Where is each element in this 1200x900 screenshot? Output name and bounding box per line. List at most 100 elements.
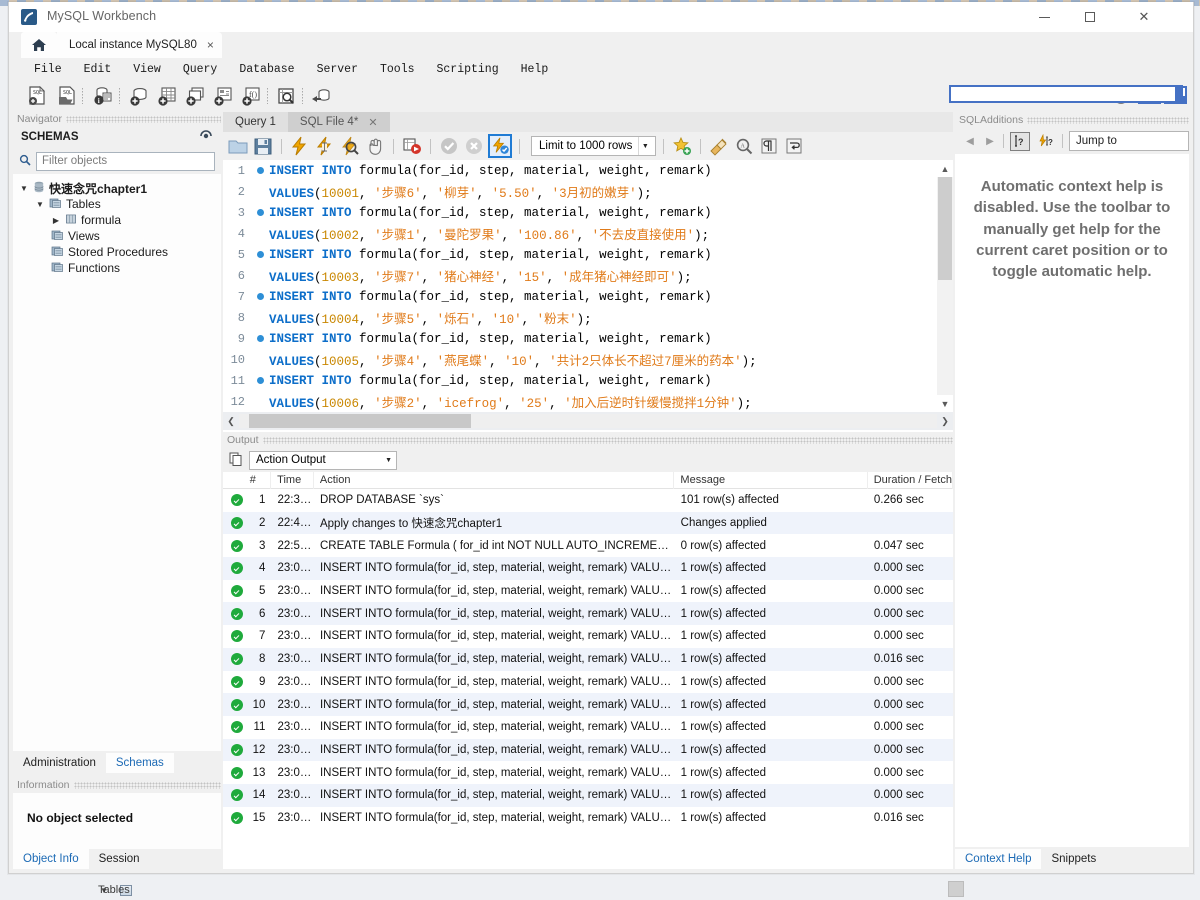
connection-info-icon[interactable]: i <box>91 84 115 108</box>
beautify-icon[interactable] <box>671 135 693 157</box>
table-row[interactable]: 1 22:37:02 DROP DATABASE `sys` 101 row(s) a… <box>223 489 953 512</box>
menu-server[interactable]: Server <box>306 61 369 78</box>
scroll-right-button[interactable]: ❯ <box>937 416 953 427</box>
table-row[interactable]: 6 23:03:29 INSERT INTO formula(for_id, ste… <box>223 602 953 626</box>
code-line[interactable]: 4 VALUES(10002, '步骤1', '曼陀罗果', '100.86',… <box>223 223 937 244</box>
tab-close-icon[interactable]: ✕ <box>368 116 377 129</box>
tab-schemas[interactable]: Schemas <box>105 753 174 773</box>
toggle-statement-execution-icon[interactable] <box>401 135 423 157</box>
table-row[interactable]: 13 23:03:29 INSERT INTO formula(for_id, st… <box>223 761 953 784</box>
menu-query[interactable]: Query <box>172 61 229 78</box>
tree-node-schema[interactable]: ▼ 快速念咒chapter1 <box>13 180 221 196</box>
tab-query-1[interactable]: Query 1 <box>223 112 288 132</box>
tree-node-functions[interactable]: Functions <box>13 260 221 276</box>
table-row[interactable]: 5 23:03:29 INSERT INTO formula(for_id, ste… <box>223 580 953 603</box>
code-line[interactable]: 11 INSERT INTO formula(for_id, step, mat… <box>223 370 937 391</box>
invisible-chars-icon[interactable] <box>758 135 780 157</box>
scrollbar-thumb[interactable] <box>249 414 471 428</box>
close-button[interactable]: ✕ <box>1121 2 1167 32</box>
action-output-grid[interactable]: # Time Action Message Duration / Fetch 1… <box>223 472 953 869</box>
menu-view[interactable]: View <box>122 61 172 78</box>
commit-icon[interactable] <box>438 135 460 157</box>
menu-help[interactable]: Help <box>510 61 560 78</box>
back-icon[interactable]: ◀ <box>963 136 977 147</box>
open-sql-script-icon[interactable]: SQL <box>55 84 79 108</box>
menu-scripting[interactable]: Scripting <box>426 61 510 78</box>
tab-sql-file-4[interactable]: SQL File 4* ✕ <box>287 112 390 132</box>
table-row[interactable]: 9 23:03:29 INSERT INTO formula(for_id, ste… <box>223 671 953 694</box>
code-line[interactable]: 5 INSERT INTO formula(for_id, step, mate… <box>223 244 937 265</box>
filter-objects-input[interactable]: Filter objects <box>36 151 215 171</box>
context-help-icon[interactable]: ? <box>1010 131 1030 151</box>
explain-icon[interactable] <box>339 135 361 157</box>
code-line[interactable]: 7 INSERT INTO formula(for_id, step, mate… <box>223 286 937 307</box>
table-row[interactable]: 12 23:03:29 INSERT INTO formula(for_id, st… <box>223 738 953 762</box>
code-line[interactable]: 9 INSERT INTO formula(for_id, step, mate… <box>223 328 937 349</box>
table-row[interactable]: 15 23:03:29 INSERT INTO formula(for_id, st… <box>223 807 953 830</box>
execute-current-statement-icon[interactable] <box>314 135 336 157</box>
tab-context-help[interactable]: Context Help <box>955 849 1042 869</box>
tab-administration[interactable]: Administration <box>13 753 106 773</box>
table-row[interactable]: 14 23:03:29 INSERT INTO formula(for_id, st… <box>223 783 953 807</box>
table-row[interactable]: 4 23:03:29 INSERT INTO formula(for_id, ste… <box>223 557 953 580</box>
home-tab[interactable] <box>21 32 57 58</box>
output-copy-icon[interactable] <box>229 452 243 469</box>
auto-context-help-icon[interactable]: ? <box>1036 132 1056 151</box>
clear-icon[interactable] <box>708 135 730 157</box>
scroll-up-button[interactable]: ▲ <box>937 160 953 177</box>
tab-session[interactable]: Session <box>89 849 150 869</box>
code-line[interactable]: 6 VALUES(10003, '步骤7', '猪心神经', '15', '成年… <box>223 265 937 286</box>
table-row[interactable]: 7 23:03:29 INSERT INTO formula(for_id, ste… <box>223 625 953 648</box>
execute-icon[interactable] <box>289 135 311 157</box>
stop-icon[interactable] <box>364 135 386 157</box>
create-schema-icon[interactable] <box>127 84 151 108</box>
inspect-table-icon[interactable] <box>274 84 298 108</box>
scroll-down-button[interactable]: ▼ <box>937 395 953 412</box>
secondary-sidebar-toggle-button[interactable] <box>949 85 1183 103</box>
create-view-icon[interactable] <box>183 84 207 108</box>
rollback-icon[interactable] <box>463 135 485 157</box>
new-sql-tab-icon[interactable]: SQL <box>25 84 49 108</box>
create-table-icon[interactable] <box>155 84 179 108</box>
chevron-down-icon[interactable]: ▼ <box>35 200 45 209</box>
tab-close-icon[interactable]: × <box>207 38 214 52</box>
tree-node-views[interactable]: Views <box>13 228 221 244</box>
scroll-left-button[interactable]: ❮ <box>223 416 239 427</box>
code-line[interactable]: 1 INSERT INTO formula(for_id, step, mate… <box>223 160 937 181</box>
code-line[interactable]: 10 VALUES(10005, '步骤4', '燕尾蝶', '10', '共计… <box>223 349 937 370</box>
table-row[interactable]: 3 22:55:16 CREATE TABLE Formula ( for_id i… <box>223 534 953 557</box>
create-procedure-icon[interactable] <box>211 84 235 108</box>
code-line[interactable]: 12 VALUES(10006, '步骤2', 'icefrog', '25',… <box>223 391 937 412</box>
scrollbar-thumb[interactable] <box>938 177 952 280</box>
menu-tools[interactable]: Tools <box>369 61 426 78</box>
tab-snippets[interactable]: Snippets <box>1041 849 1106 869</box>
code-line[interactable]: 3 INSERT INTO formula(for_id, step, mate… <box>223 202 937 223</box>
find-icon[interactable]: A <box>733 135 755 157</box>
output-type-dropdown[interactable]: Action Output ▼ <box>249 450 397 470</box>
refresh-icon[interactable] <box>199 129 213 145</box>
background-scrollbar-thumb[interactable] <box>948 881 964 897</box>
table-row[interactable]: 10 23:03:29 INSERT INTO formula(for_id, st… <box>223 693 953 716</box>
manage-connections-icon[interactable] <box>309 84 333 108</box>
editor-horizontal-scrollbar[interactable]: ❮ ❯ <box>223 412 953 430</box>
code-line[interactable]: 8 VALUES(10004, '步骤5', '烁石', '10', '粉末')… <box>223 307 937 328</box>
editor-vertical-scrollbar[interactable]: ▲ ▼ <box>937 160 953 412</box>
scrollbar-track[interactable] <box>239 414 937 428</box>
menu-file[interactable]: File <box>23 61 73 78</box>
table-row[interactable]: 11 23:03:29 INSERT INTO formula(for_id, st… <box>223 716 953 739</box>
table-row[interactable]: 2 22:43:03 Apply changes to 快速念咒chapter1 Ch… <box>223 511 953 535</box>
save-file-icon[interactable] <box>252 135 274 157</box>
maximize-button[interactable] <box>1067 2 1113 32</box>
row-limit-dropdown[interactable]: Limit to 1000 rows ▼ <box>531 136 657 156</box>
tab-object-info[interactable]: Object Info <box>13 849 89 869</box>
autocommit-icon[interactable] <box>488 134 512 158</box>
menu-edit[interactable]: Edit <box>73 61 123 78</box>
menu-database[interactable]: Database <box>228 61 305 78</box>
chevron-down-icon[interactable]: ▼ <box>385 457 392 464</box>
minimize-button[interactable] <box>1021 2 1067 32</box>
create-function-icon[interactable]: f() <box>239 84 263 108</box>
jump-to-input[interactable]: Jump to <box>1069 131 1189 151</box>
tree-node-stored-procedures[interactable]: Stored Procedures <box>13 244 221 260</box>
forward-icon[interactable]: ▶ <box>983 136 997 147</box>
tab-local-instance[interactable]: Local instance MySQL80 × <box>57 32 222 58</box>
